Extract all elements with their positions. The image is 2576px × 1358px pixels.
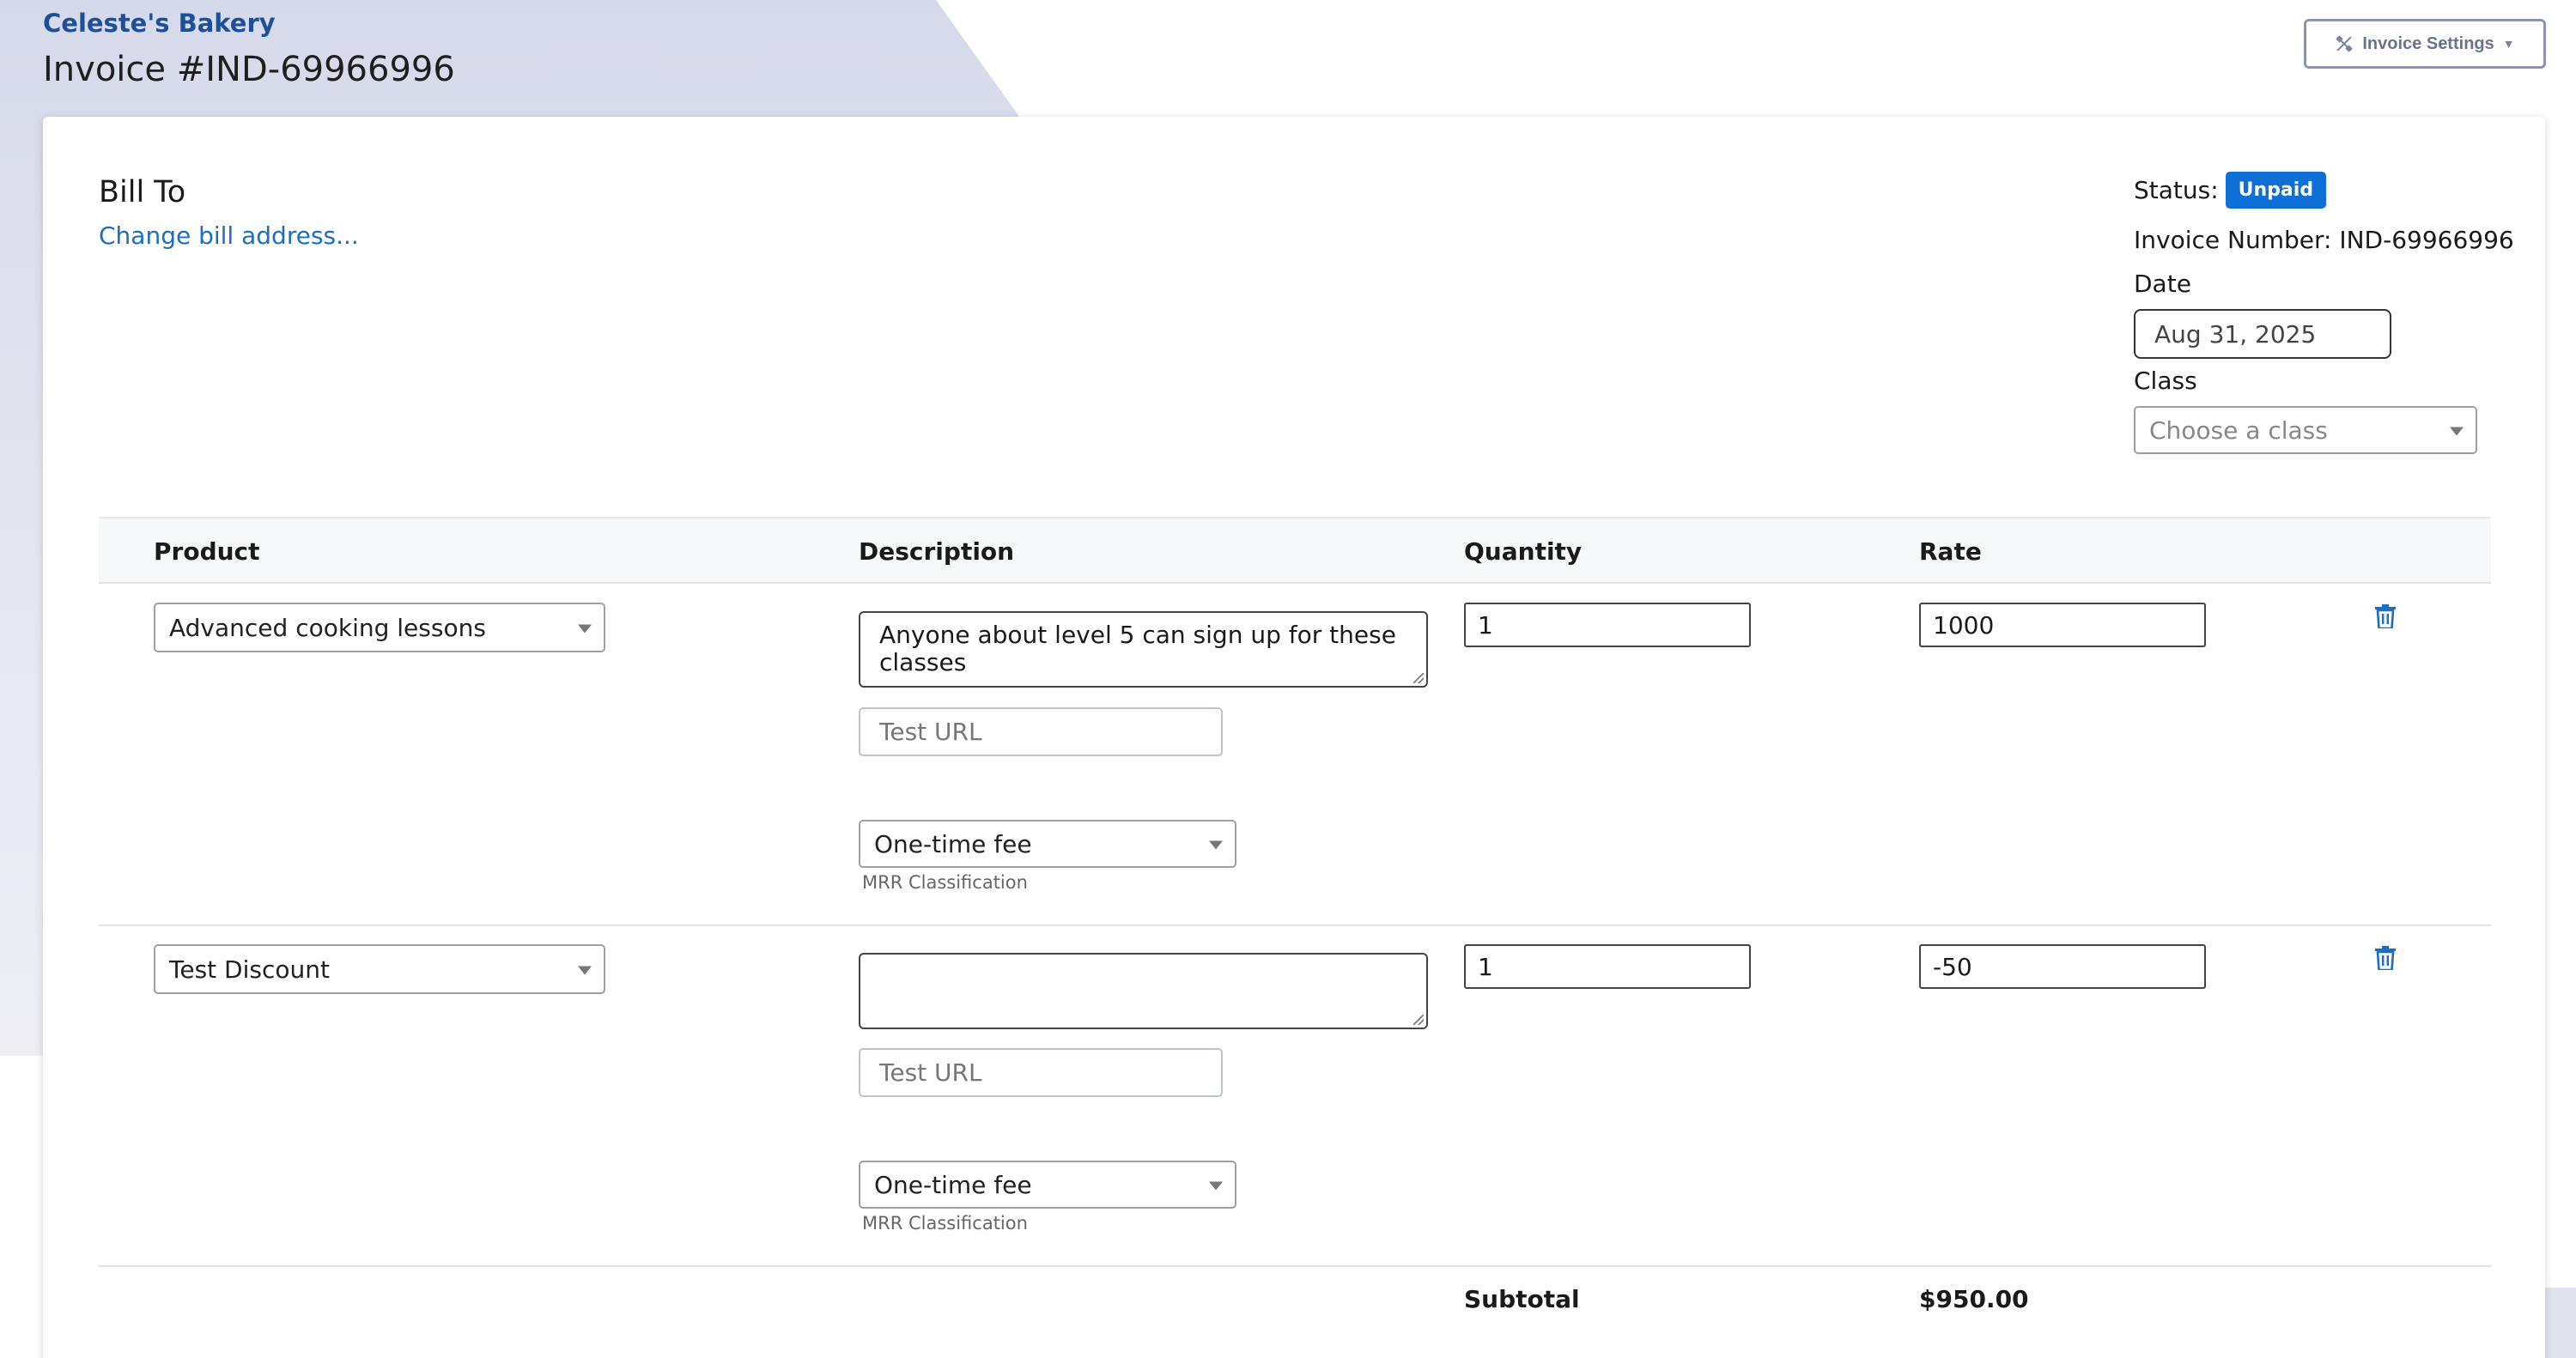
mrr-classification-label: MRR Classification: [862, 872, 1028, 893]
fee-type-select[interactable]: One-time fee: [859, 1161, 1236, 1209]
fee-type-value: One-time fee: [874, 829, 1032, 858]
url-input[interactable]: Test URL: [859, 1048, 1223, 1097]
invoice-settings-button[interactable]: Invoice Settings ▼: [2304, 19, 2546, 69]
trash-icon[interactable]: [2375, 946, 2396, 970]
bill-to-heading: Bill To: [99, 175, 186, 209]
rate-input[interactable]: -50: [1919, 944, 2206, 989]
company-name: Celeste's Bakery: [43, 9, 276, 38]
rate-input[interactable]: 1000: [1919, 603, 2206, 647]
page-title: Invoice #IND-69966996: [43, 50, 455, 89]
description-textarea[interactable]: Anyone about level 5 can sign up for the…: [859, 611, 1428, 688]
class-select[interactable]: Choose a class: [2134, 406, 2477, 454]
class-label: Class: [2134, 367, 2197, 395]
invoice-number: Invoice Number: IND-69966996: [2134, 226, 2514, 254]
class-select-value: Choose a class: [2149, 415, 2328, 445]
trash-icon[interactable]: [2375, 604, 2396, 628]
status-badge: Unpaid: [2225, 172, 2327, 209]
status-row: Status: Unpaid: [2134, 172, 2327, 209]
subtotal-label: Subtotal: [1464, 1285, 1580, 1313]
caret-down-icon: [1209, 840, 1223, 850]
caret-down-icon: [578, 624, 592, 634]
invoice-settings-label: Invoice Settings: [2362, 33, 2494, 53]
caret-down-icon: [1209, 1181, 1223, 1191]
table-header: [99, 517, 2491, 584]
column-header-rate: Rate: [1919, 537, 1982, 566]
tools-icon: [2336, 35, 2354, 52]
column-header-description: Description: [859, 537, 1015, 566]
row-divider: [99, 925, 2491, 926]
chevron-down-icon: ▼: [2502, 37, 2515, 51]
date-input[interactable]: [2134, 309, 2391, 359]
change-bill-address-link[interactable]: Change bill address...: [99, 221, 359, 250]
fee-type-value: One-time fee: [874, 1170, 1032, 1199]
date-label: Date: [2134, 270, 2191, 298]
caret-down-icon: [2450, 427, 2464, 436]
column-header-quantity: Quantity: [1464, 537, 1583, 566]
column-header-product: Product: [154, 537, 260, 566]
product-select-value: Test Discount: [169, 955, 330, 984]
mrr-classification-label: MRR Classification: [862, 1213, 1028, 1234]
quantity-input[interactable]: 1: [1464, 603, 1751, 647]
subtotal-value: $950.00: [1919, 1285, 2029, 1313]
description-textarea[interactable]: [859, 953, 1428, 1029]
quantity-input[interactable]: 1: [1464, 944, 1751, 989]
fee-type-select[interactable]: One-time fee: [859, 820, 1236, 868]
url-input[interactable]: Test URL: [859, 707, 1223, 756]
invoice-card: [43, 117, 2545, 1358]
status-label: Status:: [2134, 176, 2219, 204]
row-divider: [99, 1265, 2491, 1267]
product-select[interactable]: Test Discount: [154, 944, 605, 994]
product-select[interactable]: Advanced cooking lessons: [154, 603, 605, 652]
product-select-value: Advanced cooking lessons: [169, 613, 486, 642]
caret-down-icon: [578, 966, 592, 975]
